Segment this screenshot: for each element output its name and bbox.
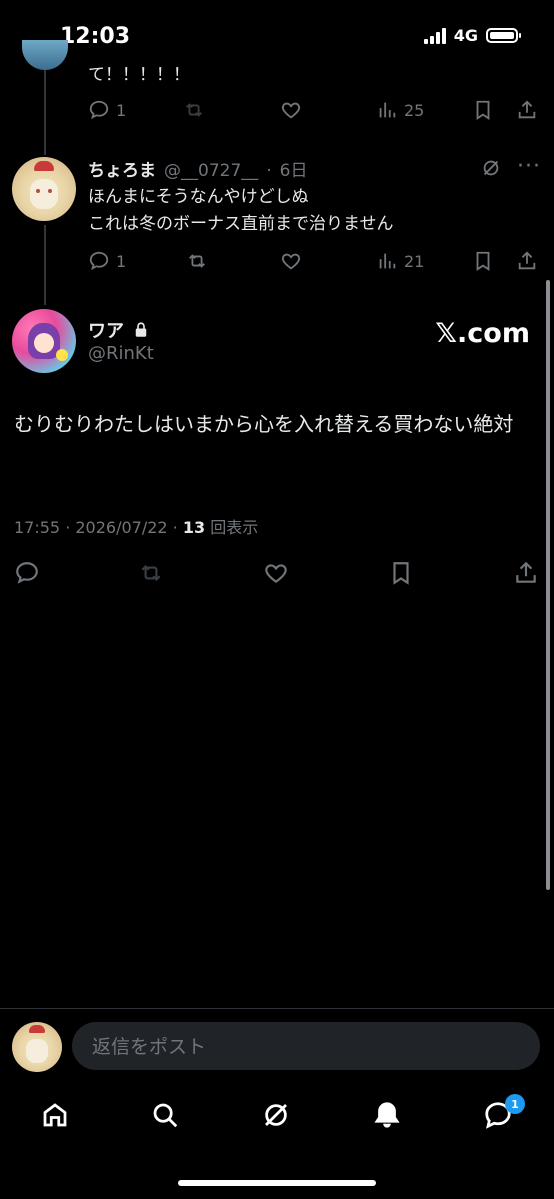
views-icon [379, 102, 396, 118]
nav-grok[interactable] [261, 1100, 291, 1134]
separator: · [266, 161, 272, 181]
tweet-text: ほんまにそうなんやけどしぬ これは冬のボーナス直前まで治りません [88, 184, 394, 238]
nav-search[interactable] [150, 1100, 180, 1134]
lock-icon [135, 322, 147, 337]
avatar[interactable] [12, 157, 76, 221]
reply-button[interactable] [14, 560, 40, 586]
thread-line [44, 70, 46, 155]
reply-icon [16, 562, 38, 584]
bookmark-icon [476, 100, 490, 120]
views-button[interactable]: 21 [376, 250, 424, 272]
repost-button[interactable] [183, 99, 205, 121]
reply-icon [89, 100, 109, 120]
search-icon [153, 1103, 178, 1128]
avatar[interactable] [22, 40, 68, 70]
home-indicator [178, 1180, 376, 1186]
network-type: 4G [453, 26, 478, 45]
tweet-header: ちょろま @__0727__ · 6日 [88, 156, 308, 181]
like-button[interactable] [280, 99, 302, 121]
reply-button[interactable]: 1 [88, 99, 126, 121]
tweet-text: て！！！！！ [88, 65, 190, 85]
heart-icon [281, 253, 301, 270]
author-name-row: ワア [88, 317, 150, 343]
views-button[interactable]: 25 [376, 99, 424, 121]
repost-button[interactable] [138, 560, 164, 586]
reply-button[interactable]: 1 [88, 250, 126, 272]
scrollbar[interactable] [546, 280, 550, 890]
timestamp: 17:55 · 2026/07/22 · [14, 518, 183, 537]
reply-input[interactable] [90, 1022, 524, 1072]
composer-divider [0, 1008, 554, 1009]
bookmark-icon [393, 562, 409, 585]
share-icon [518, 100, 536, 119]
display-name[interactable]: ワア [88, 317, 124, 343]
tweet-meta: 17:55 · 2026/07/22 · 13 回表示 [14, 514, 258, 538]
views-icon [379, 253, 396, 269]
bookmark-button[interactable] [472, 250, 494, 272]
bell-icon [374, 1102, 400, 1128]
heart-icon [281, 102, 301, 119]
repost-button[interactable] [186, 250, 208, 272]
timestamp: 6日 [279, 161, 308, 181]
tweet-text: むりむりわたしはいまから心を入れ替える買わない絶対 [14, 412, 514, 436]
share-button[interactable] [516, 250, 538, 272]
view-count: 25 [404, 100, 425, 120]
brand-watermark: 𝕏.com [435, 318, 530, 349]
reply-count: 1 [116, 100, 127, 120]
status-time: 12:03 [60, 24, 131, 49]
bookmark-button[interactable] [472, 99, 494, 121]
like-button[interactable] [263, 560, 289, 586]
status-indicators: 4G [423, 26, 521, 45]
nav-home[interactable] [40, 1100, 70, 1134]
heart-icon [265, 564, 287, 583]
handle[interactable]: @RinKt [88, 343, 154, 364]
avatar[interactable] [12, 309, 76, 373]
more-options-icon[interactable]: ··· [517, 154, 541, 179]
grok-icon [265, 1104, 287, 1126]
repost-icon [189, 254, 205, 268]
battery-icon [486, 28, 521, 43]
grok-icon[interactable] [480, 157, 502, 183]
reply-icon [89, 251, 109, 271]
like-button[interactable] [280, 250, 302, 272]
avatar [12, 1022, 62, 1072]
repost-icon [186, 103, 202, 117]
share-button[interactable] [513, 560, 539, 586]
bottom-nav: 1 [0, 1090, 554, 1150]
home-icon [43, 1103, 67, 1127]
nav-notifications[interactable] [372, 1100, 402, 1134]
view-count: 13 [182, 518, 206, 537]
tweet-line: これは冬のボーナス直前まで治りません [88, 214, 394, 234]
view-label: 回表示 [210, 518, 259, 537]
display-name[interactable]: ちょろま [88, 156, 156, 181]
repost-icon [141, 564, 161, 582]
handle[interactable]: @__0727__ [164, 161, 258, 181]
tweet-line: ほんまにそうなんやけどしぬ [88, 187, 309, 207]
share-button[interactable] [516, 99, 538, 121]
share-icon [516, 561, 536, 583]
share-icon [518, 251, 536, 270]
view-count: 21 [404, 251, 425, 271]
reply-count: 1 [116, 251, 127, 271]
thread-line [44, 225, 46, 305]
bookmark-icon [476, 251, 490, 271]
signal-icon [423, 27, 446, 44]
messages-badge: 1 [505, 1094, 525, 1114]
reply-composer[interactable] [72, 1022, 540, 1072]
bookmark-button[interactable] [388, 560, 414, 586]
